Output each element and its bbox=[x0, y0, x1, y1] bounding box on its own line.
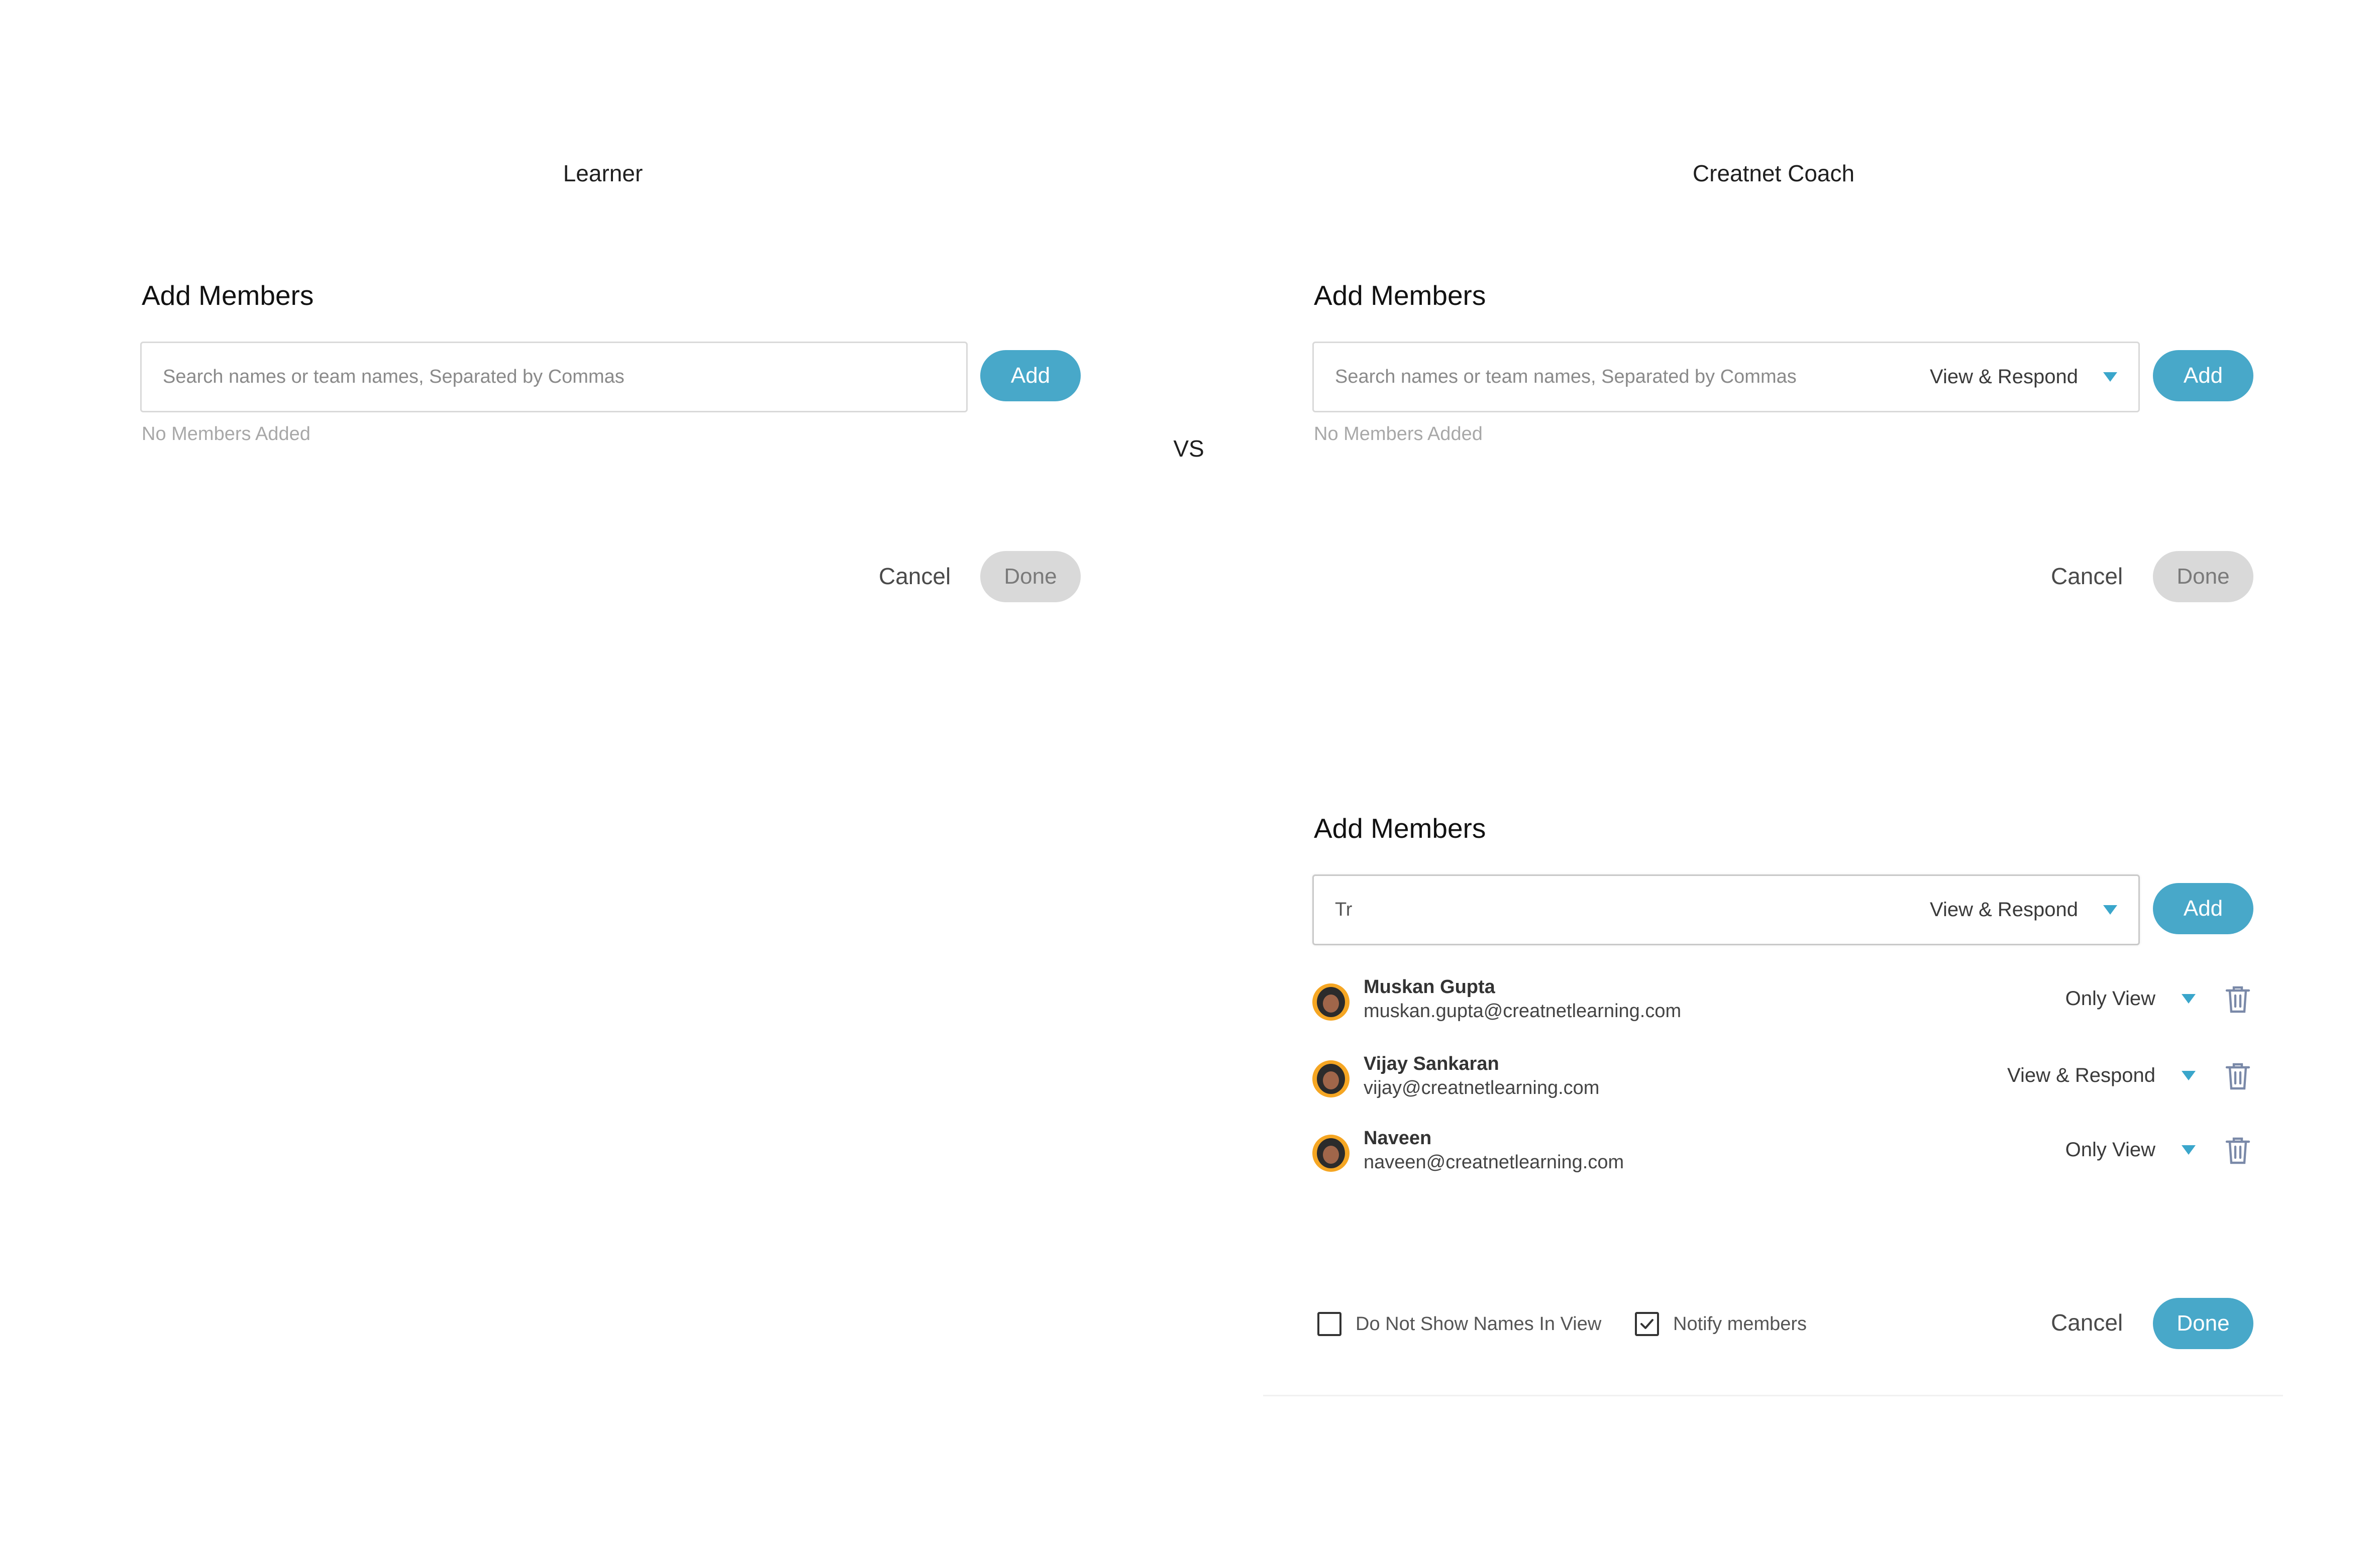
panel-title: Add Members bbox=[1314, 813, 1486, 844]
notify-members-label: Notify members bbox=[1673, 1313, 1807, 1335]
empty-members-note: No Members Added bbox=[1314, 423, 1483, 445]
member-name: Vijay Sankaran bbox=[1364, 1053, 1499, 1074]
add-button[interactable]: Add bbox=[2153, 350, 2253, 401]
member-email: naveen@creatnetlearning.com bbox=[1364, 1152, 1624, 1173]
caret-down-icon bbox=[2103, 905, 2117, 915]
caret-down-icon bbox=[2182, 994, 2196, 1004]
done-button[interactable]: Done bbox=[2153, 551, 2253, 602]
cancel-button[interactable]: Cancel bbox=[2051, 563, 2123, 590]
member-name: Muskan Gupta bbox=[1364, 976, 1495, 998]
vs-label: VS bbox=[1173, 435, 1204, 462]
avatar bbox=[1312, 1060, 1350, 1097]
cancel-button[interactable]: Cancel bbox=[2051, 1309, 2123, 1336]
search-input[interactable] bbox=[163, 366, 945, 388]
permission-value: Only View bbox=[2065, 987, 2155, 1010]
add-button[interactable]: Add bbox=[980, 350, 1081, 401]
member-email: muskan.gupta@creatnetlearning.com bbox=[1364, 1001, 1682, 1022]
hide-names-label: Do Not Show Names In View bbox=[1356, 1313, 1602, 1335]
member-email: vijay@creatnetlearning.com bbox=[1364, 1077, 1600, 1098]
member-search-box[interactable]: View & Respond bbox=[1312, 874, 2140, 945]
hide-names-checkbox[interactable] bbox=[1317, 1312, 1341, 1336]
caret-down-icon bbox=[2182, 1145, 2196, 1155]
done-button[interactable]: Done bbox=[980, 551, 1081, 602]
member-permission-select[interactable]: Only View bbox=[2065, 987, 2196, 1010]
check-icon bbox=[1640, 1319, 1653, 1329]
avatar bbox=[1312, 1135, 1350, 1172]
search-input[interactable] bbox=[1335, 366, 1930, 388]
member-search-box[interactable]: View & Respond bbox=[1312, 342, 2140, 412]
add-button[interactable]: Add bbox=[2153, 883, 2253, 934]
permission-select[interactable]: View & Respond bbox=[1930, 899, 2117, 921]
search-input[interactable] bbox=[1335, 899, 1930, 921]
permission-value: View & Respond bbox=[1930, 366, 2078, 388]
member-row: Naveen naveen@creatnetlearning.com Only … bbox=[1312, 1128, 2252, 1183]
cancel-button[interactable]: Cancel bbox=[879, 563, 951, 590]
done-button[interactable]: Done bbox=[2153, 1298, 2253, 1349]
member-row: Muskan Gupta muskan.gupta@creatnetlearni… bbox=[1312, 976, 2252, 1032]
member-permission-select[interactable]: View & Respond bbox=[2007, 1064, 2196, 1087]
caret-down-icon bbox=[2182, 1071, 2196, 1080]
trash-icon[interactable] bbox=[2224, 1061, 2252, 1091]
learner-column-title: Learner bbox=[563, 160, 643, 186]
panel-title: Add Members bbox=[1314, 280, 1486, 311]
notify-members-option[interactable]: Notify members bbox=[1635, 1312, 1807, 1336]
coach-column-title: Creatnet Coach bbox=[1692, 160, 1855, 186]
trash-icon[interactable] bbox=[2224, 984, 2252, 1015]
permission-value: Only View bbox=[2065, 1139, 2155, 1161]
member-search-box[interactable] bbox=[140, 342, 968, 412]
avatar bbox=[1312, 983, 1350, 1021]
notify-members-checkbox[interactable] bbox=[1635, 1312, 1659, 1336]
panel-title: Add Members bbox=[142, 280, 314, 311]
caret-down-icon bbox=[2103, 372, 2117, 382]
divider bbox=[1263, 1395, 2283, 1396]
permission-select[interactable]: View & Respond bbox=[1930, 366, 2117, 388]
member-row: Vijay Sankaran vijay@creatnetlearning.co… bbox=[1312, 1053, 2252, 1109]
empty-members-note: No Members Added bbox=[142, 423, 311, 445]
member-permission-select[interactable]: Only View bbox=[2065, 1139, 2196, 1161]
hide-names-option[interactable]: Do Not Show Names In View bbox=[1317, 1312, 1601, 1336]
member-name: Naveen bbox=[1364, 1128, 1432, 1149]
permission-value: View & Respond bbox=[2007, 1064, 2155, 1086]
permission-value: View & Respond bbox=[1930, 899, 2078, 921]
trash-icon[interactable] bbox=[2224, 1136, 2252, 1166]
